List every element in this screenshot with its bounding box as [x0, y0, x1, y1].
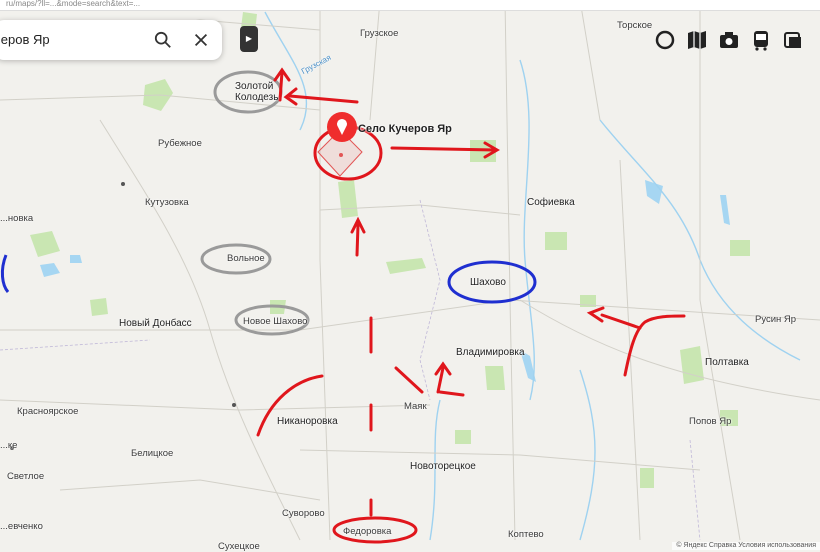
label-kutuzovka[interactable]: Кутузовка — [145, 197, 189, 208]
label-zolotoy-kolodez[interactable]: Золотой Колодезь — [235, 81, 278, 103]
browser-address-bar: ru/maps/?ll=...&mode=search&text=... — [0, 0, 820, 11]
label-sofievka[interactable]: Софиевка — [527, 197, 575, 208]
collapse-panel-button[interactable]: ▶ — [240, 26, 258, 52]
label-svetloe[interactable]: Светлое — [7, 471, 44, 482]
label-fedorovka[interactable]: Федоровка — [343, 526, 391, 537]
label-rusin-yar[interactable]: Русин Яр — [755, 314, 796, 325]
search-icon[interactable] — [154, 31, 172, 49]
label-koptevo[interactable]: Коптево — [508, 529, 544, 540]
search-input[interactable]: черов Яр — [0, 32, 50, 47]
label-novoe-shahovo[interactable]: Новое Шахово — [243, 316, 307, 327]
label-shahovo[interactable]: Шахово — [470, 277, 506, 288]
label-krasnoyarskoe[interactable]: Красноярское — [17, 406, 78, 417]
district-borders — [0, 199, 701, 541]
close-icon[interactable] — [192, 31, 210, 49]
label-kucherov-yar[interactable]: Село Кучеров Яр — [358, 123, 452, 135]
label-suhetskoe[interactable]: Сухецкое — [218, 541, 260, 552]
label-novotoretskoe[interactable]: Новоторецкое — [410, 461, 476, 472]
label-popov-yar[interactable]: Попов Яр — [689, 416, 731, 427]
camera-icon[interactable] — [716, 27, 742, 53]
bus-icon[interactable] — [748, 27, 774, 53]
label-nikanorovka[interactable]: Никаноровка — [277, 416, 338, 427]
label-volnoe[interactable]: Вольное — [227, 253, 265, 264]
browser-url: ru/maps/?ll=...&mode=search&text=... — [6, 0, 141, 8]
map-copyright[interactable]: © Яндекс Справка Условия использования — [672, 542, 820, 550]
label-suvorovo[interactable]: Суворово — [282, 508, 325, 519]
label-torskoe[interactable]: Торское — [617, 20, 652, 31]
label-poltavka[interactable]: Полтавка — [705, 357, 749, 368]
label-kope[interactable]: ...ке — [0, 440, 17, 451]
map-icon[interactable] — [684, 27, 710, 53]
label-novy-donbass[interactable]: Новый Донбасс — [119, 318, 192, 329]
vegetation — [30, 12, 750, 488]
search-box[interactable]: черов Яр — [0, 20, 222, 60]
label-shevchenko[interactable]: ...евченко — [0, 521, 43, 532]
place-marker[interactable] — [317, 112, 363, 177]
panorama-icon[interactable] — [780, 27, 806, 53]
label-ivanovka[interactable]: ...новка — [0, 213, 33, 224]
label-mayak[interactable]: Маяк — [404, 401, 427, 412]
label-vladimirovka[interactable]: Владимировка — [456, 347, 525, 358]
label-belitskoe[interactable]: Белицкое — [131, 448, 173, 459]
layers-icon[interactable] — [652, 27, 678, 53]
label-gruzskoe[interactable]: Грузское — [360, 28, 398, 39]
gray-annotations — [200, 70, 310, 336]
label-rubezhnoe[interactable]: Рубежное — [158, 138, 202, 149]
